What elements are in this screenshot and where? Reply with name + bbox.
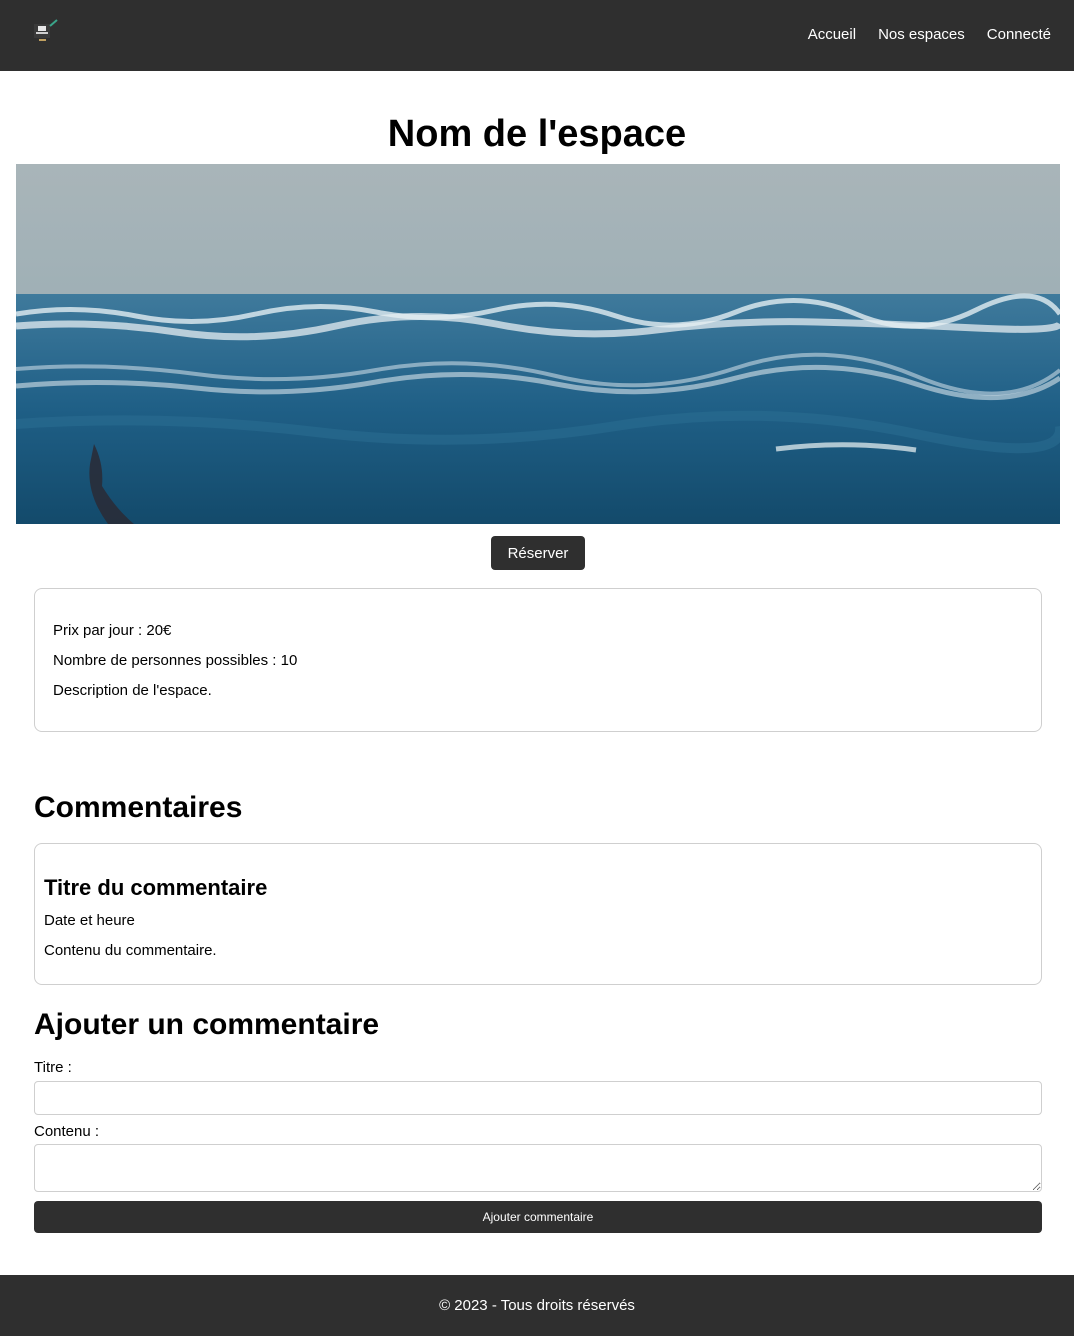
comment-content-label: Contenu : [34,1123,100,1140]
comment-title-label: Titre : [34,1059,72,1076]
space-details-card: Prix par jour : 20€ Nombre de personnes … [34,588,1042,732]
comment-content-textarea[interactable] [34,1144,1042,1192]
comment-item: Titre du commentaire Date et heure Conte… [34,843,1042,985]
space-price: Prix par jour : 20€ [53,622,172,639]
add-comment-button[interactable]: Ajouter commentaire [34,1201,1042,1233]
top-navbar: Accueil Nos espaces Connecté [0,0,1074,71]
space-photo [16,164,1060,524]
comment-content: Contenu du commentaire. [44,942,217,959]
reserve-button[interactable]: Réserver [491,536,585,570]
nav-link-accueil[interactable]: Accueil [808,26,856,44]
space-description: Description de l'espace. [53,682,212,699]
comment-datetime: Date et heure [44,912,135,929]
footer-copyright: © 2023 - Tous droits réservés [439,1297,635,1314]
main-nav: Accueil Nos espaces Connecté [808,26,1051,44]
comments-heading: Commentaires [34,791,243,824]
comment-title-input[interactable] [34,1081,1042,1115]
nav-link-nos-espaces[interactable]: Nos espaces [878,26,965,44]
space-capacity: Nombre de personnes possibles : 10 [53,652,298,669]
comment-title: Titre du commentaire [44,875,268,900]
page-title: Nom de l'espace [387,113,687,155]
nav-link-connecte[interactable]: Connecté [987,26,1051,44]
add-comment-heading: Ajouter un commentaire [34,1008,380,1041]
footer: © 2023 - Tous droits réservés [0,1275,1074,1336]
app-logo-icon[interactable] [30,18,60,48]
